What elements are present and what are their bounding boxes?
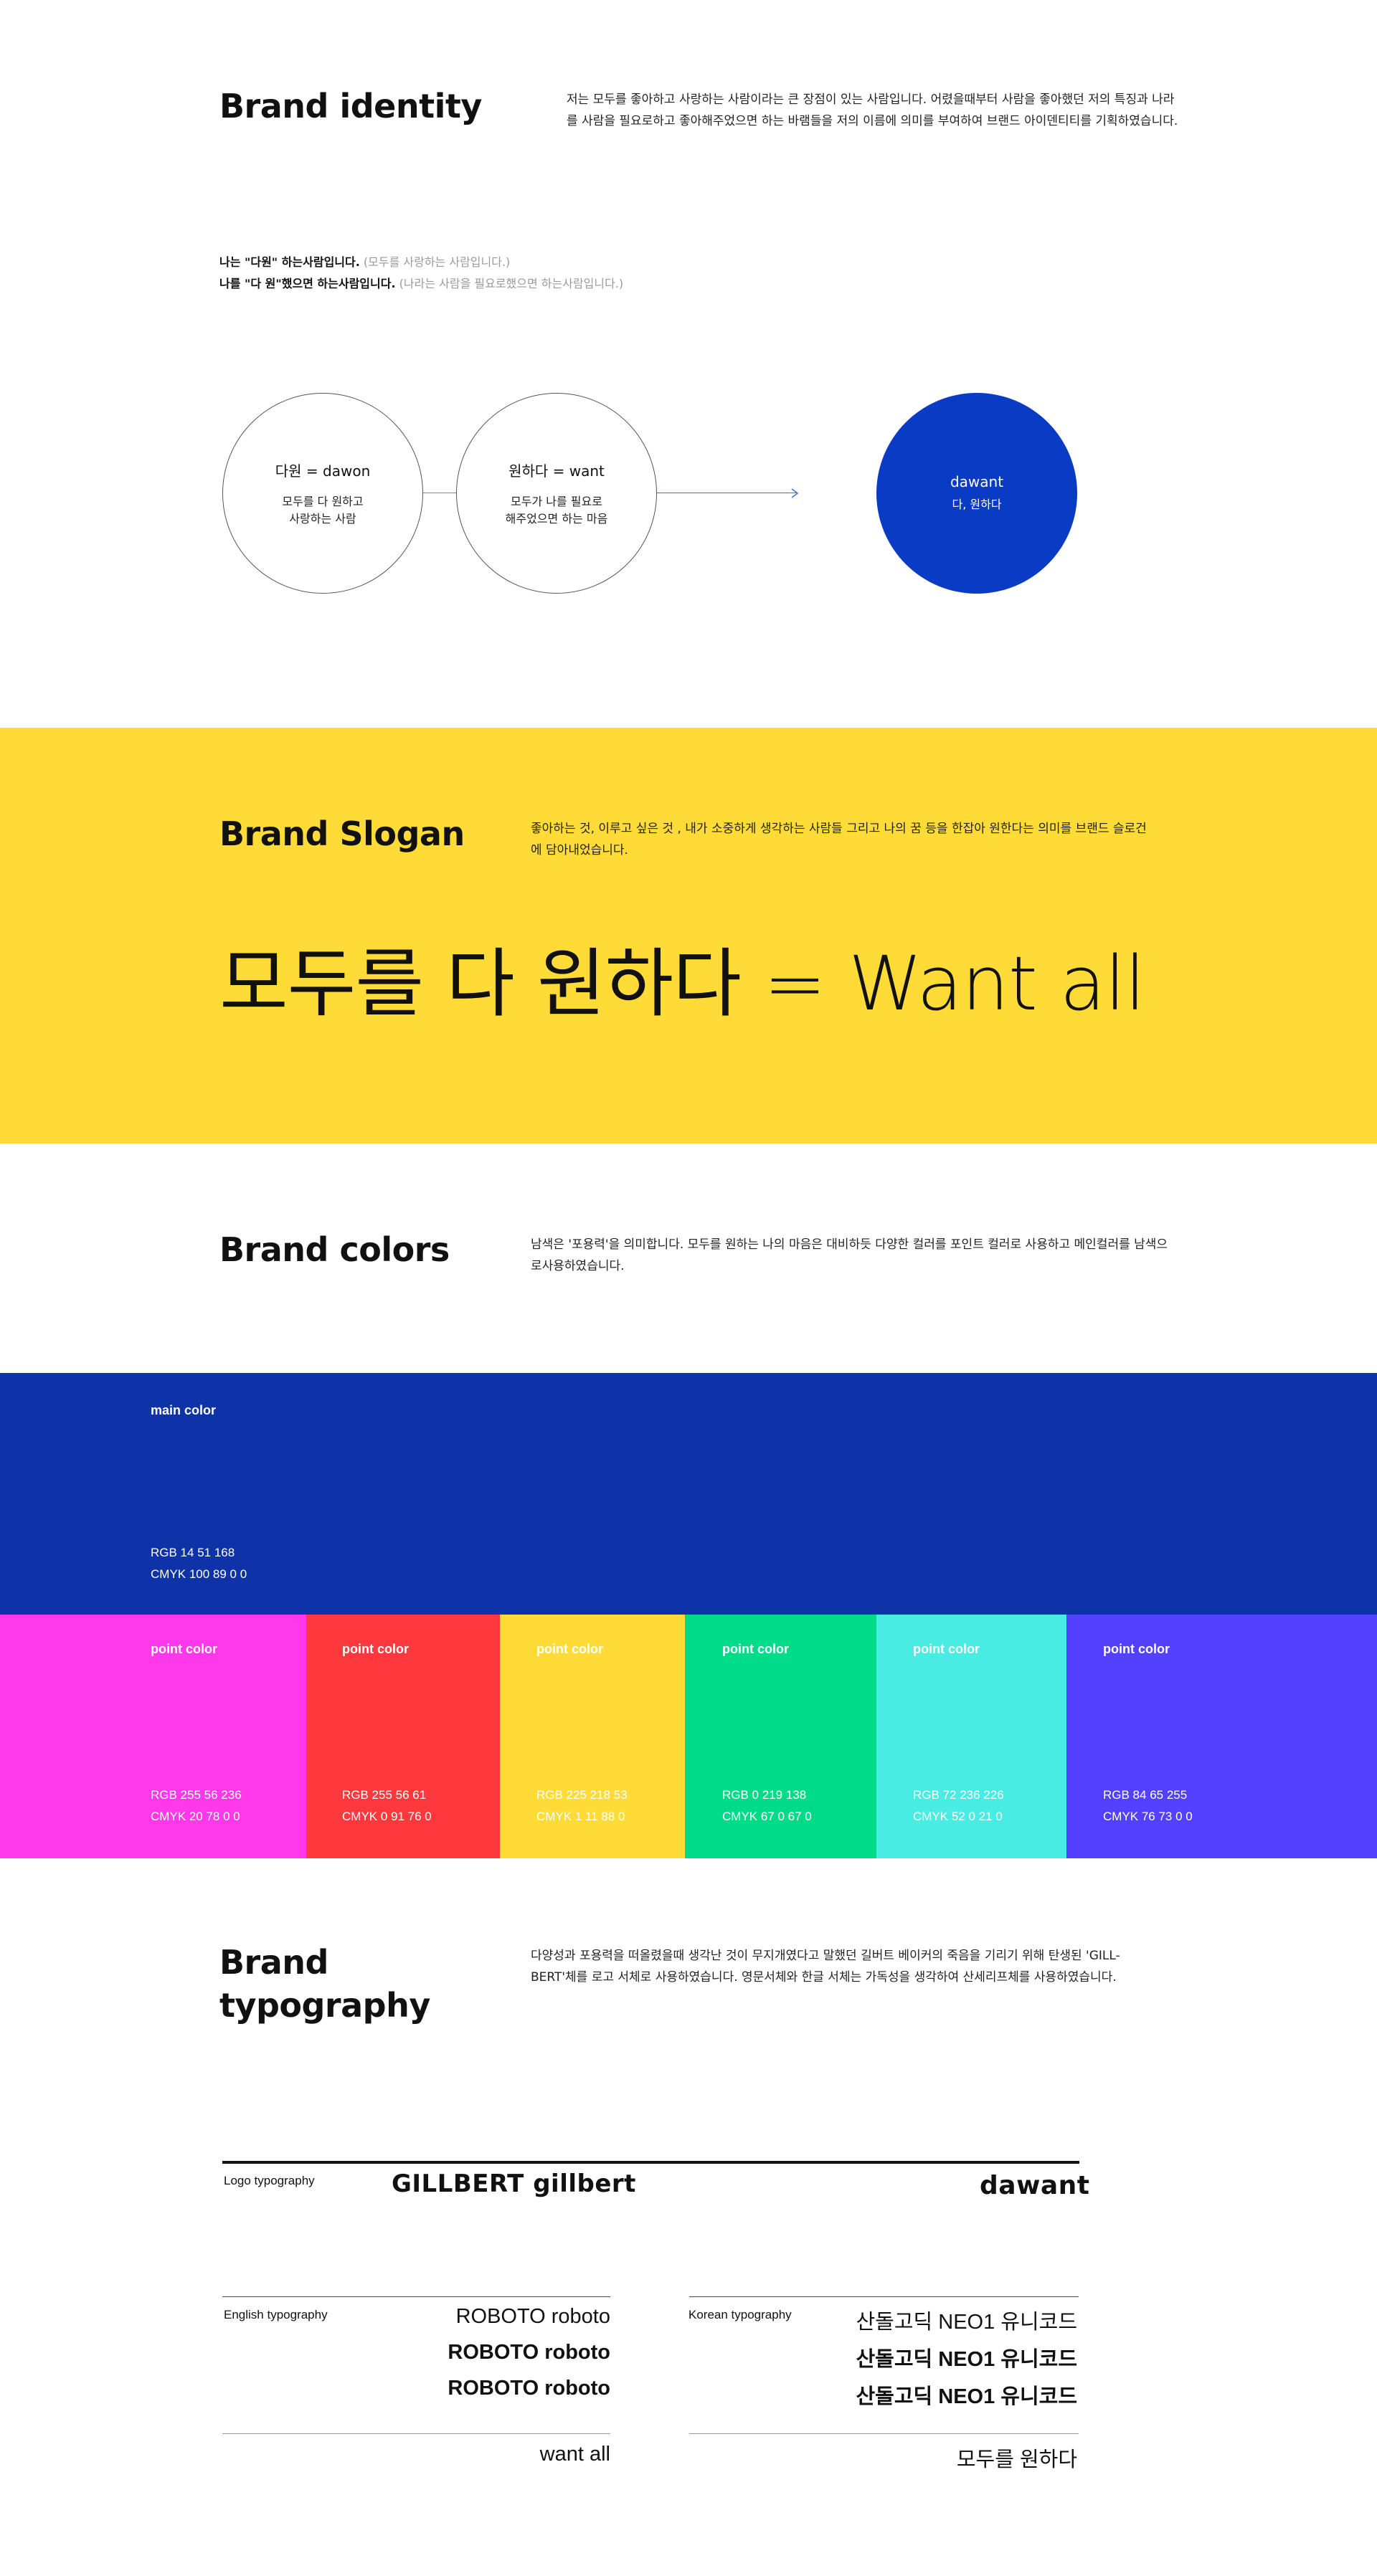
circle-desc-line2: 해주었으면 하는 마음 [505,511,608,526]
identity-statement-1-note: (모두를 사랑하는 사람입니다.) [363,255,511,269]
identity-statement-2-main: 나를 "다 원"했으면 하는사람입니다. [219,277,396,290]
slogan-text: 모두를 다 원하다 = Want all [219,940,1145,1027]
identity-statement-1: 나는 "다원" 하는사람입니다. (모두를 사랑하는 사람입니다.) [219,252,510,273]
brand-typography-description: 다양성과 포용력을 떠올렸을때 생각난 것이 무지개였다고 말했던 길버트 베이… [531,1949,1120,1985]
point-color-swatch: point color RGB 255 56 61 CMYK 0 91 76 0 [306,1615,500,1858]
swatch-cmyk: CMYK 0 91 76 0 [342,1810,432,1823]
swatch-cmyk: CMYK 20 78 0 0 [151,1810,240,1823]
swatch-rgb: RGB 255 56 236 [151,1788,242,1802]
swatch-rgb: RGB 225 218 53 [536,1788,628,1802]
swatch-label: point color [1103,1642,1170,1656]
korean-sample-regular: 산돌고딕 NEO1 유니코드 [856,2311,1077,2334]
swatch-label: point color [151,1642,217,1656]
brand-slogan-description: 좋아하는 것, 이루고 싶은 것 , 내가 소중하게 생각하는 사람들 그리고 … [531,822,1147,857]
concept-circle-dawon: 다원 = dawon 모두를 다 원하고 사랑하는 사람 [222,393,423,594]
logo-typography-label: Logo typography [224,2174,315,2187]
english-example-text: want all [539,2443,610,2466]
logo-typeface-sample: GILLBERT gillbert [392,2169,636,2198]
swatch-rgb: RGB 255 56 61 [342,1788,427,1802]
swatch-label: point color [913,1642,980,1656]
swatch-rgb: RGB 14 51 168 [151,1546,235,1559]
swatch-cmyk: CMYK 100 89 0 0 [151,1567,247,1581]
identity-statement-1-main: 나는 "다원" 하는사람입니다. [219,255,360,269]
swatch-cmyk: CMYK 67 0 67 0 [722,1810,812,1823]
circle-title: dawant [950,473,1004,490]
swatch-rgb: RGB 72 236 226 [913,1788,1004,1802]
korean-example-rule [689,2433,1079,2434]
circle-desc-line1: 모두가 나를 필요로 [511,494,602,508]
logo-typography-rule [222,2161,1079,2164]
english-sample-bold: ROBOTO roboto [448,2377,610,2400]
point-color-swatch: point color RGB 72 236 226 CMYK 52 0 21 … [876,1615,1066,1858]
point-color-swatch: point color RGB 0 219 138 CMYK 67 0 67 0 [685,1615,876,1858]
swatch-label: point color [722,1642,789,1656]
identity-statement-2-note: (나라는 사람을 필요로했으면 하는사람입니다.) [399,277,624,290]
circle-title: 다원 = dawon [275,462,371,480]
swatch-cmyk: CMYK 1 11 88 0 [536,1810,625,1823]
english-sample-medium: ROBOTO roboto [448,2341,610,2364]
english-typography-label: English typography [224,2308,328,2321]
circle-desc-line1: 다, 원하다 [952,498,1002,511]
swatch-rgb: RGB 0 219 138 [722,1788,807,1802]
english-example-rule [222,2433,610,2434]
brand-identity-section: Brand identity 저는 모두를 좋아하고 사랑하는 사람이라는 큰 … [0,0,1377,728]
point-color-swatch: point color RGB 84 65 255 CMYK 76 73 0 0 [1066,1615,1377,1858]
brand-typography-title-line2: typography [219,1986,430,2025]
point-color-swatch: point color RGB 225 218 53 CMYK 1 11 88 … [500,1615,685,1858]
arrow-right-icon [791,488,799,498]
brand-identity-title: Brand identity [219,87,482,125]
swatch-cmyk: CMYK 52 0 21 0 [913,1810,1003,1823]
brand-typography-section: Brand typography 다양성과 포용력을 떠올렸을때 생각난 것이 … [0,1860,1377,2576]
circle-desc-line1: 모두를 다 원하고 [282,494,364,508]
circle-title: 원하다 = want [508,462,605,480]
circle-desc-line2: 사랑하는 사람 [289,511,356,526]
swatch-rgb: RGB 84 65 255 [1103,1788,1188,1802]
brand-typography-title-line1: Brand [219,1943,328,1982]
swatch-label: point color [536,1642,603,1656]
concept-circle-want: 원하다 = want 모두가 나를 필요로 해주었으면 하는 마음 [456,393,657,594]
main-color-swatch: main color RGB 14 51 168 CMYK 100 89 0 0 [0,1373,1377,1615]
brand-slogan-section: Brand Slogan 좋아하는 것, 이루고 싶은 것 , 내가 소중하게 … [0,728,1377,1144]
korean-typography-rule [689,2296,1079,2297]
swatch-cmyk: CMYK 76 73 0 0 [1103,1810,1193,1823]
swatch-label: main color [151,1403,217,1417]
korean-typography-label: Korean typography [688,2308,792,2321]
korean-example-text: 모두를 원하다 [956,2448,1077,2471]
brand-slogan-title: Brand Slogan [219,814,465,853]
brand-colors-section: Brand colors 남색은 '포용력'을 의미합니다. 모두를 원하는 나… [0,1144,1377,1860]
point-color-swatch: point color RGB 255 56 236 CMYK 20 78 0 … [0,1615,306,1858]
identity-statement-2: 나를 "다 원"했으면 하는사람입니다. (나라는 사람을 필요로했으면 하는사… [219,273,623,295]
korean-sample-medium: 산돌고딕 NEO1 유니코드 [856,2348,1077,2371]
brand-identity-description: 저는 모두를 좋아하고 사랑하는 사람이라는 큰 장점이 있는 사람입니다. 어… [567,92,1178,128]
english-sample-regular: ROBOTO roboto [455,2305,610,2328]
brand-colors-description: 남색은 '포용력'을 의미합니다. 모두를 원하는 나의 마음은 대비하듯 다양… [531,1237,1168,1273]
swatch-label: point color [342,1642,409,1656]
brand-colors-title: Brand colors [219,1230,450,1269]
concept-circle-dawant: dawant 다, 원하다 [876,393,1077,594]
english-typography-rule [222,2296,610,2297]
korean-sample-bold: 산돌고딕 NEO1 유니코드 [856,2385,1077,2408]
logo-wordmark: dawant [980,2171,1090,2200]
